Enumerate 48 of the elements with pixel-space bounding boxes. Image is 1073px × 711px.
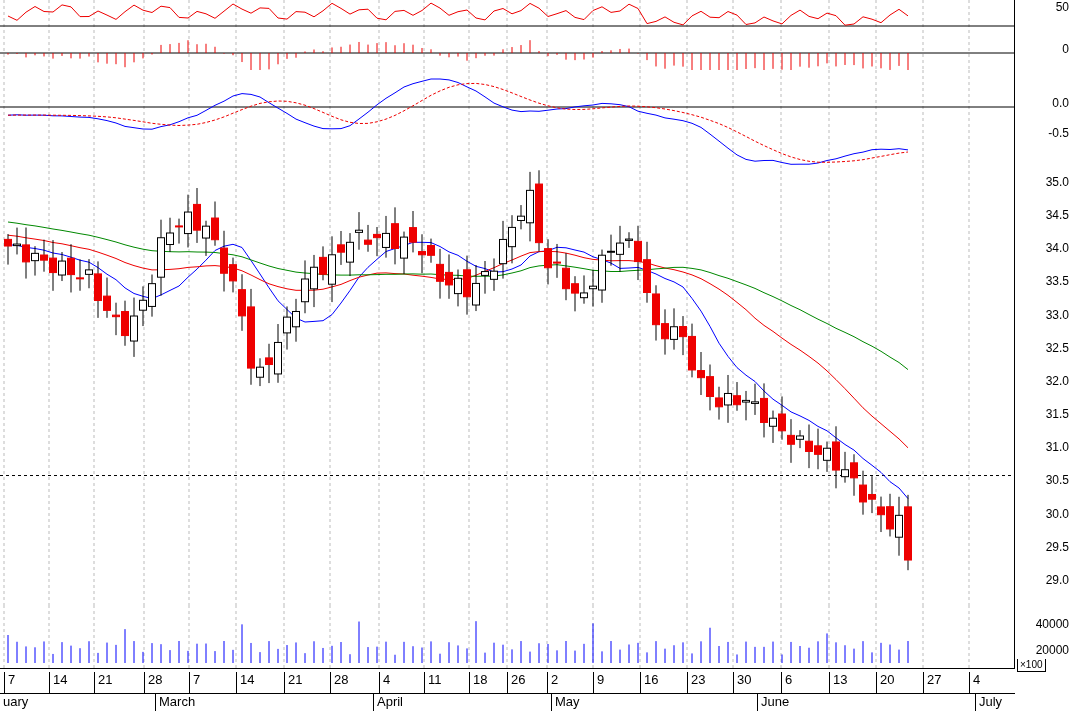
date-label: 9 — [593, 672, 605, 694]
axis-tick-label: 33.5 — [1045, 274, 1069, 289]
axis-tick-label: 0 — [1062, 42, 1069, 56]
axis-tick-label: 0.0 — [1052, 96, 1069, 110]
axis-tick-label: 30.5 — [1045, 473, 1069, 488]
date-label: 13 — [829, 672, 848, 694]
date-label: 30 — [733, 672, 752, 694]
axis-tick-label: 40000 — [1035, 617, 1069, 631]
date-label: 11 — [424, 672, 442, 694]
axis-tick-label: 32.0 — [1045, 374, 1069, 388]
axis-tick-label: 30.0 — [1045, 506, 1069, 521]
axis-tick-label: 31.0 — [1045, 440, 1069, 455]
date-label: 21 — [94, 672, 113, 694]
date-label: 4 — [379, 672, 391, 694]
date-label: 7 — [189, 672, 201, 694]
date-label: 28 — [330, 672, 349, 694]
date-label: 14 — [236, 672, 255, 694]
month-label: June — [757, 694, 790, 711]
axis-tick-label: 20000 — [1035, 643, 1069, 657]
date-label: 16 — [640, 672, 659, 694]
month-label: May — [551, 694, 580, 711]
axis-tick-label: 35.0 — [1045, 175, 1069, 189]
unit-label: ×100 — [1017, 659, 1046, 672]
date-label: 2 — [547, 672, 559, 694]
date-label: 18 — [469, 672, 488, 694]
date-label: 6 — [781, 672, 793, 694]
date-label: 27 — [923, 672, 942, 694]
axis-tick-label: 34.0 — [1045, 241, 1069, 256]
month-label: March — [155, 694, 196, 711]
date-label: 21 — [284, 672, 303, 694]
axis-tick-label: 32.5 — [1045, 340, 1069, 355]
axis-tick-label: 50 — [1055, 0, 1069, 14]
date-label: 4 — [969, 672, 981, 694]
date-label: 26 — [507, 672, 526, 694]
date-label: 7 — [4, 672, 16, 694]
date-label: 20 — [876, 672, 895, 694]
axis-tick-label: 34.5 — [1045, 208, 1069, 223]
month-label: uary — [0, 694, 29, 711]
axis-tick-label: 29.0 — [1045, 572, 1069, 587]
date-label: 28 — [144, 672, 163, 694]
axis-tick-label: 33.0 — [1045, 307, 1069, 322]
date-label: 14 — [49, 672, 68, 694]
axis-tick-label: -0.5 — [1048, 126, 1069, 140]
axis-tick-label: 31.5 — [1045, 407, 1069, 422]
month-label: April — [373, 694, 403, 711]
month-label: July — [975, 694, 1003, 711]
date-label: 23 — [687, 672, 706, 694]
axis-tick-label: 29.5 — [1045, 539, 1069, 554]
